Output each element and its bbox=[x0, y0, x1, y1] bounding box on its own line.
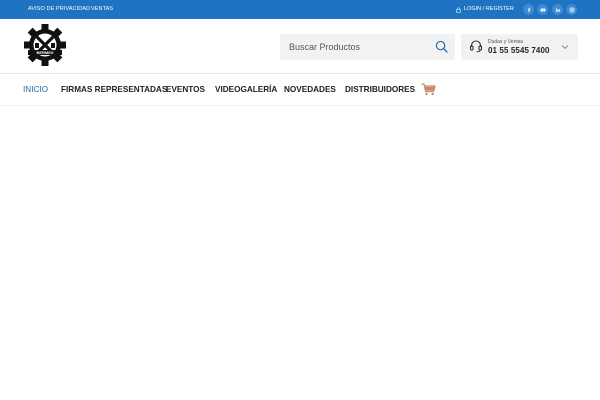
headset-icon bbox=[469, 40, 483, 53]
site-header: BERMEX Dudas y Ventas 01 55 5545 7400 bbox=[0, 19, 600, 73]
nav-item-videogaleria[interactable]: VIDEOGALERÍA bbox=[215, 74, 277, 105]
facebook-icon bbox=[527, 7, 530, 12]
nav-item-novedades[interactable]: NOVEDADES bbox=[284, 74, 336, 105]
search-icon[interactable] bbox=[435, 40, 448, 53]
login-register-label: LOGIN / REGISTER bbox=[464, 6, 514, 12]
nav-divider bbox=[0, 105, 600, 106]
logo-text: BERMEX bbox=[36, 50, 53, 55]
privacy-link[interactable]: AVISO DE PRIVACIDAD bbox=[28, 0, 90, 19]
chevron-down-icon bbox=[561, 45, 569, 50]
facebook-button[interactable] bbox=[523, 4, 534, 15]
contact-title: Dudas y Ventas bbox=[488, 39, 524, 45]
instagram-button[interactable] bbox=[566, 4, 577, 15]
cart-icon[interactable] bbox=[421, 83, 436, 96]
nav-item-inicio[interactable]: INICIO bbox=[23, 74, 48, 105]
top-bar: AVISO DE PRIVACIDAD VENTAS LOGIN / REGIS… bbox=[0, 0, 600, 19]
contact-phone: 01 55 5545 7400 bbox=[488, 46, 550, 55]
linkedin-button[interactable] bbox=[552, 4, 563, 15]
login-register-link[interactable]: LOGIN / REGISTER bbox=[456, 0, 514, 19]
contact-dropdown[interactable]: Dudas y Ventas 01 55 5545 7400 bbox=[461, 34, 578, 60]
search-input[interactable] bbox=[289, 34, 429, 60]
youtube-button[interactable] bbox=[537, 4, 548, 15]
nav-item-firmas[interactable]: FIRMAS REPRESENTADAS bbox=[61, 74, 167, 105]
main-nav: INICIO FIRMAS REPRESENTADAS EVENTOS VIDE… bbox=[0, 74, 600, 105]
gear-logo-icon: BERMEX bbox=[24, 24, 66, 66]
linkedin-icon bbox=[555, 7, 560, 12]
youtube-icon bbox=[540, 8, 545, 11]
nav-item-eventos[interactable]: EVENTOS bbox=[166, 74, 205, 105]
sales-link[interactable]: VENTAS bbox=[91, 0, 113, 19]
nav-item-distribuidores[interactable]: DISTRIBUIDORES bbox=[345, 74, 415, 105]
site-logo[interactable]: BERMEX bbox=[24, 23, 66, 67]
lock-icon bbox=[456, 6, 461, 13]
instagram-icon bbox=[569, 7, 574, 12]
search-box bbox=[280, 34, 455, 60]
